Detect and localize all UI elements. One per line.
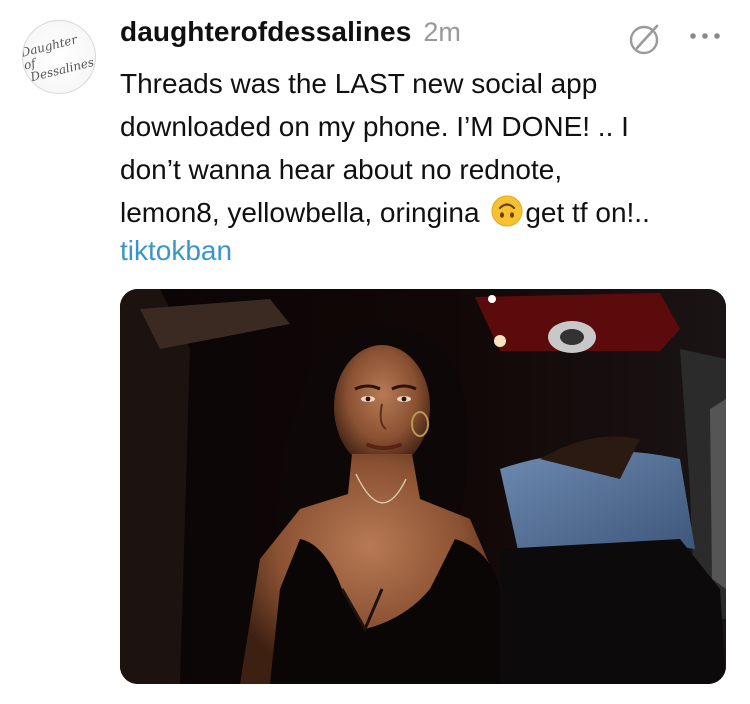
more-options-icon[interactable] — [688, 26, 722, 46]
gif-image — [120, 289, 726, 684]
upside-down-face-icon — [491, 195, 523, 227]
hashtag-link[interactable]: tiktokban — [120, 229, 232, 272]
avatar-logo-text: Daughter of Dessalines — [23, 21, 95, 93]
post-body: Threads was the LAST new social app down… — [120, 62, 730, 234]
username[interactable]: daughterofdessalines — [120, 16, 411, 48]
post-media-gif[interactable] — [120, 289, 726, 684]
edit-slash-icon[interactable] — [626, 20, 664, 58]
post-header: daughterofdessalines 2m — [120, 16, 461, 60]
timestamp: 2m — [423, 17, 461, 47]
post-text-end: get tf on!.. — [525, 197, 650, 228]
avatar[interactable]: Daughter of Dessalines — [22, 20, 96, 94]
thread-post: Daughter of Dessalines daughterofdessali… — [0, 0, 750, 704]
